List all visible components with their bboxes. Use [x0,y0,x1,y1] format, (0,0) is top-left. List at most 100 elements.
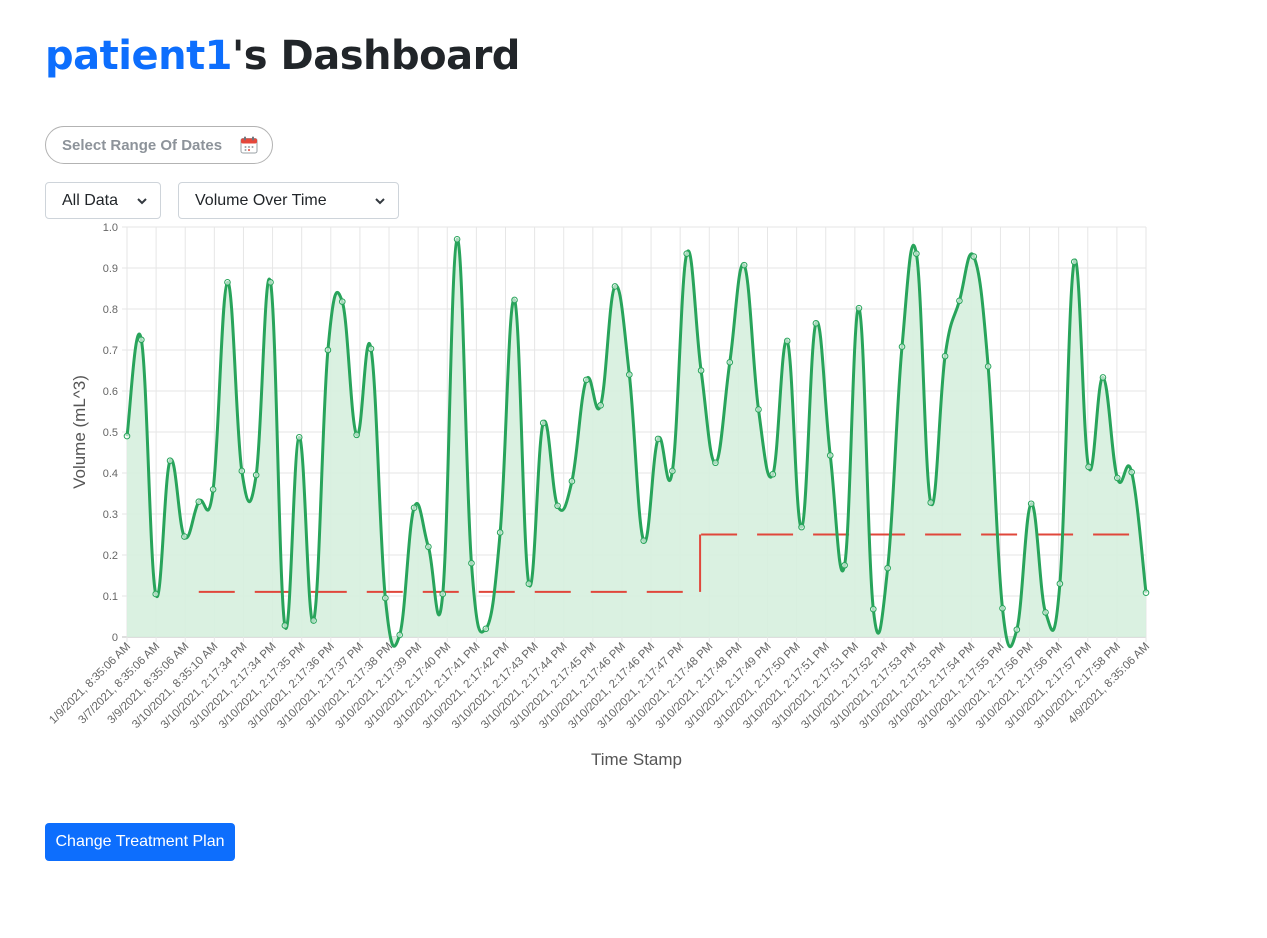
data-point [525,580,533,588]
data-point [382,594,389,602]
data-point [726,359,734,366]
username-link[interactable]: patient1 [45,33,233,79]
data-point [812,320,820,327]
data-point [597,402,604,409]
data-point [310,617,317,624]
data-point [281,622,289,629]
data-point [740,261,748,269]
data-point [468,559,475,567]
y-tick-label: 0.3 [103,509,118,521]
data-point [1070,258,1078,266]
page-title: patient1's Dashboard [45,30,520,82]
data-point [1056,580,1064,588]
data-point [826,452,834,459]
data-point [841,561,848,569]
data-point [999,605,1006,612]
data-point [267,279,274,286]
data-point [511,296,518,304]
y-tick-label: 0.1 [103,591,118,603]
y-tick-label: 1.0 [103,222,118,234]
data-point [683,250,691,257]
y-tick-label: 0 [112,632,118,644]
data-point [1142,589,1150,597]
data-point [1128,468,1135,476]
data-point [1013,626,1021,633]
data-point [898,343,906,351]
data-point [798,523,805,531]
data-point [568,477,576,485]
data-range-value: All Data [62,191,119,209]
data-point [195,498,203,506]
data-point [439,590,447,598]
data-point [496,529,504,536]
chevron-down-icon [375,197,385,204]
data-point [984,363,992,370]
calendar-icon [240,136,258,154]
data-point [295,434,303,441]
data-point [338,298,346,305]
data-point [166,457,174,464]
y-tick-label: 0.8 [103,304,118,316]
data-point [539,419,547,427]
data-point [769,470,777,478]
y-tick-label: 0.4 [103,468,118,480]
data-point [396,631,403,639]
volume-chart: 0 0.1 0.2 0.3 0.4 0.5 0.6 0.7 0.8 0.9 1.0 1/9/2021… [47,222,1152,769]
data-point [152,590,160,598]
date-range-placeholder: Select Range Of Dates [62,136,223,154]
title-suffix: 's Dashboard [232,33,520,79]
date-range-picker[interactable]: Select Range Of Dates [45,126,273,164]
data-point [884,564,891,572]
data-point [669,467,676,475]
data-point [870,605,877,613]
y-tick-label: 0.6 [103,386,118,398]
y-tick-label: 0.9 [103,263,118,275]
metric-value: Volume Over Time [195,191,327,209]
metric-select[interactable]: Volume Over Time [178,182,399,219]
data-point [783,337,791,345]
data-point [1027,500,1035,508]
y-axis-title: Volume (mL^3) [70,375,89,489]
data-point [252,471,260,479]
data-point [855,304,863,312]
data-point [941,352,949,360]
data-point [626,371,633,378]
data-point [970,253,978,260]
data-point [353,431,360,439]
data-point [640,537,647,544]
y-tick-label: 0.2 [103,550,118,562]
y-tick-label: 0.5 [103,427,118,439]
data-point [956,297,963,305]
data-point [1085,463,1092,471]
data-point [611,283,619,290]
data-point [1113,474,1121,482]
data-point [582,376,590,384]
data-point [554,502,561,510]
data-point [410,504,418,512]
data-point [453,236,461,243]
data-point [913,250,920,257]
data-point [224,279,231,286]
data-point [927,499,935,506]
data-range-select[interactable]: All Data [45,182,161,219]
data-point [138,336,145,344]
data-point [654,435,662,443]
data-point [367,345,375,353]
data-point [482,625,490,633]
data-point [209,486,217,493]
chevron-down-icon [137,197,147,204]
data-point [425,543,432,551]
data-point [123,432,131,440]
data-point [1042,609,1049,616]
data-point [697,367,705,374]
y-tick-label: 0.7 [103,345,118,357]
data-point [755,406,762,413]
x-axis-title: Time Stamp [591,750,682,769]
data-point [712,459,719,467]
data-point [181,533,188,540]
y-axis-ticks: 0 0.1 0.2 0.3 0.4 0.5 0.6 0.7 0.8 0.9 1.0 [103,222,118,644]
data-point [324,346,332,354]
x-axis-ticks: 1/9/2021, 8:35:06 AM3/7/2021, 8:35:06 AM… [47,641,1152,732]
data-point [238,467,246,475]
change-treatment-plan-button[interactable]: Change Treatment Plan [45,823,235,861]
